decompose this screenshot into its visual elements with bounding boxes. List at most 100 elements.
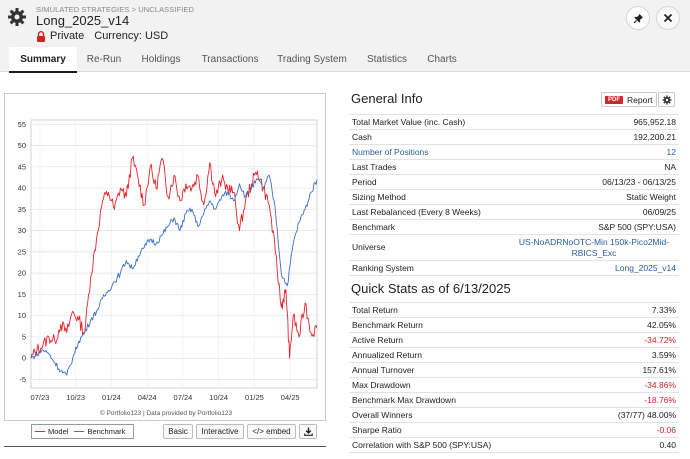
privacy-label: Private: [50, 30, 85, 42]
legend-item-model[interactable]: Model: [35, 427, 68, 436]
y-tick-label: 45: [18, 162, 26, 171]
row-value: 192,200.21: [509, 129, 679, 145]
divider: [4, 446, 326, 447]
legend-benchmark-label: Benchmark: [87, 427, 126, 436]
page: SIMULATED STRATEGIES > UNCLASSIFIED Long…: [0, 0, 690, 459]
lock-icon: [37, 30, 45, 42]
basic-button[interactable]: Basic: [163, 424, 193, 439]
quick-stats-title: Quick Stats as of 6/13/2025: [351, 281, 511, 296]
universe-link[interactable]: US-NoADRNoOTC-Min 150k-Pico2Mid-RBICS_Ex…: [509, 234, 679, 261]
y-tick-label: 25: [18, 247, 26, 256]
plot-frame: [30, 119, 318, 389]
benchmark-swatch: [74, 430, 85, 433]
table-row: Max Drawdown -34.86%: [349, 377, 679, 393]
interactive-button[interactable]: Interactive: [196, 424, 244, 439]
tab-charts[interactable]: Charts: [420, 47, 464, 72]
row-label: Benchmark Max Drawdown: [349, 392, 578, 408]
row-label: Annualized Return: [349, 347, 578, 363]
strategy-meta: Private Currency: USD: [36, 30, 168, 42]
row-value: 157.61%: [577, 362, 679, 378]
table-row: Annual Turnover 157.61%: [349, 362, 679, 378]
table-row: Total Market Value (inc. Cash) 965,952.18: [349, 114, 679, 130]
chart-credit: © Portfolio123 | Data provided by Portfo…: [99, 410, 233, 417]
row-value: -34.86%: [577, 377, 679, 393]
table-row: Benchmark S&P 500 (SPY:USA): [349, 219, 679, 235]
row-label: Ranking System: [349, 260, 509, 276]
tab-transactions[interactable]: Transactions: [196, 47, 264, 72]
row-label: Benchmark Return: [349, 317, 578, 333]
table-row: Cash 192,200.21: [349, 129, 679, 145]
row-value: 0.40: [577, 437, 679, 453]
chart-canvas: -5 0 5 10 15 20 25 30 35 40 45 50 55 07/23 10/23 01/24 0…: [18, 119, 318, 402]
x-tick-label: 01/25: [245, 393, 264, 402]
embed-button[interactable]: </> embed: [247, 424, 296, 439]
table-row: Correlation with S&P 500 (SPY:USA) 0.40: [349, 437, 679, 453]
x-tick-label: 10/23: [66, 393, 85, 402]
row-label: Universe: [349, 234, 509, 261]
currency-label: Currency: USD: [94, 30, 169, 42]
gear-icon: [662, 95, 671, 104]
x-tick-label: 07/24: [174, 393, 193, 402]
gear-icon[interactable]: [7, 7, 27, 27]
tab-rerun[interactable]: Re-Run: [80, 47, 128, 72]
tab-statistics[interactable]: Statistics: [360, 47, 414, 72]
row-value: S&P 500 (SPY:USA): [509, 219, 679, 235]
table-row: Universe US-NoADRNoOTC-Min 150k-Pico2Mid-…: [349, 234, 679, 261]
table-row: Sizing Method Static Weight: [349, 189, 679, 205]
row-value: -18.76%: [577, 392, 679, 408]
report-button[interactable]: PDF Report: [601, 92, 657, 107]
y-tick-label: 0: [22, 354, 26, 363]
y-tick-label: 5: [22, 332, 26, 341]
table-row: Total Return 7.33%: [349, 302, 679, 318]
table-row: Last Rebalanced (Every 8 Weeks) 06/09/25: [349, 204, 679, 220]
chart-legend: Model Benchmark: [31, 424, 134, 439]
row-label: Max Drawdown: [349, 377, 578, 393]
report-settings-button[interactable]: [658, 92, 675, 107]
table-row: Ranking System Long_2025_v14: [349, 260, 679, 276]
y-tick-label: 40: [18, 184, 26, 193]
report-label: Report: [627, 94, 653, 105]
close-button[interactable]: [656, 6, 680, 30]
table-row: Overall Winners (37/77) 48.00%: [349, 407, 679, 423]
ranking-system-link[interactable]: Long_2025_v14: [509, 260, 679, 276]
download-button[interactable]: [299, 424, 317, 439]
model-swatch: [35, 430, 45, 433]
page-title: Long_2025_v14: [36, 13, 130, 28]
header: SIMULATED STRATEGIES > UNCLASSIFIED Long…: [0, 0, 690, 47]
tab-holdings[interactable]: Holdings: [134, 47, 188, 72]
positions-count-link[interactable]: 12: [509, 144, 679, 160]
x-tick-label: 04/24: [138, 393, 157, 402]
general-info-table: Total Market Value (inc. Cash) 965,952.18…: [349, 114, 679, 276]
row-label: Cash: [349, 129, 509, 145]
row-value: (37/77) 48.00%: [577, 407, 679, 423]
table-row: Number of Positions 12: [349, 144, 679, 160]
y-tick-label: 50: [18, 141, 26, 150]
row-value: -0.06: [577, 422, 679, 438]
y-tick-label: 55: [18, 120, 26, 129]
table-row: Active Return -34.72%: [349, 332, 679, 348]
number-of-positions-link[interactable]: Number of Positions: [349, 144, 509, 160]
row-value: -34.72%: [577, 332, 679, 348]
row-value: Static Weight: [509, 189, 679, 205]
x-tick-label: 07/23: [31, 393, 50, 402]
tab-bar: Summary Re-Run Holdings Transactions Tra…: [0, 47, 690, 73]
row-label: Last Trades: [349, 159, 509, 175]
row-label: Active Return: [349, 332, 578, 348]
performance-chart[interactable]: -5 0 5 10 15 20 25 30 35 40 45 50 55 07/23 10/23 01/24 0…: [4, 93, 326, 421]
row-value: 06/13/23 - 06/13/25: [509, 174, 679, 190]
pin-icon: [633, 13, 643, 23]
y-tick-label: 30: [18, 226, 26, 235]
y-tick-label: -5: [19, 375, 26, 384]
row-label: Correlation with S&P 500 (SPY:USA): [349, 437, 578, 453]
x-tick-label: 04/25: [281, 393, 300, 402]
table-row: Benchmark Return 42.05%: [349, 317, 679, 333]
pin-button[interactable]: [626, 6, 650, 30]
row-value: NA: [509, 159, 679, 175]
tab-trading-system[interactable]: Trading System: [273, 47, 351, 72]
table-row: Benchmark Max Drawdown -18.76%: [349, 392, 679, 408]
legend-item-benchmark[interactable]: Benchmark: [74, 427, 125, 436]
row-label: Period: [349, 174, 509, 190]
tab-summary[interactable]: Summary: [9, 47, 77, 73]
pdf-icon: PDF: [605, 95, 623, 104]
row-label: Sizing Method: [349, 189, 509, 205]
